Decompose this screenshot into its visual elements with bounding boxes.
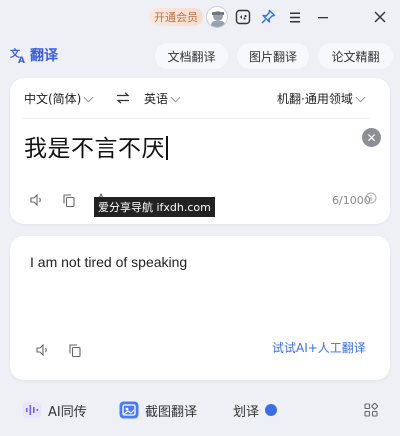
avatar-icon: [211, 11, 225, 27]
selection-translate-toggle[interactable]: 划译: [233, 400, 278, 420]
speaker-icon[interactable]: [34, 341, 52, 359]
ai-human-translate-link[interactable]: 试试AI+人工翻译: [272, 339, 366, 356]
ai-interpret-button[interactable]: AI同传: [22, 400, 87, 420]
ai-interpret-label: AI同传: [48, 404, 87, 420]
pin-icon[interactable]: [258, 7, 278, 27]
source-language-select[interactable]: 中文(简体): [24, 90, 94, 107]
svg-text:A: A: [18, 56, 25, 63]
game-icon[interactable]: [233, 7, 253, 27]
screenshot-translate-button[interactable]: 截图翻译: [119, 400, 197, 420]
title-bar: 开通会员: [0, 0, 400, 34]
selection-translate-label: 划译: [233, 404, 260, 420]
target-panel: I am not tired of speaking 试试AI+人工翻译: [10, 236, 390, 380]
source-language-label: 中文(简体): [24, 92, 82, 106]
tab-document-translate[interactable]: 文档翻译: [155, 43, 228, 69]
translate-icon: 文 A: [10, 47, 25, 63]
ai-interpret-icon: [22, 401, 42, 419]
close-icon[interactable]: [370, 7, 390, 27]
screenshot-translate-label: 截图翻译: [145, 404, 198, 420]
app-title-label: 翻译: [30, 48, 58, 64]
app-title: 文 A 翻译: [10, 44, 58, 66]
text-caret: [166, 136, 168, 160]
info-icon[interactable]: [364, 191, 378, 205]
speaker-icon[interactable]: [28, 191, 46, 209]
engine-label: 机翻·通用领域: [277, 92, 353, 106]
copy-icon[interactable]: [66, 341, 84, 359]
avatar[interactable]: [206, 6, 228, 28]
chevron-down-icon: [355, 92, 366, 102]
translation-output: I am not tired of speaking: [30, 254, 188, 270]
tab-paper-translate[interactable]: 论文精翻: [318, 43, 393, 69]
watermark-overlay: 爱分享导航 ifxdh.com: [94, 197, 215, 217]
toggle-on-indicator: [265, 404, 278, 416]
chevron-down-icon: [170, 92, 181, 102]
target-language-label: 英语: [144, 92, 169, 106]
swap-languages-icon[interactable]: [114, 89, 132, 107]
toolbar: 文 A 翻译 文档翻译 图片翻译 论文精翻: [0, 38, 400, 72]
source-input-text: 我是不言不厌: [24, 136, 165, 162]
copy-icon[interactable]: [60, 191, 78, 209]
target-language-select[interactable]: 英语: [144, 90, 181, 107]
grid-apps-icon[interactable]: [364, 400, 378, 420]
menu-icon[interactable]: [285, 7, 305, 27]
source-input[interactable]: 我是不言不厌: [24, 129, 168, 163]
vip-badge-button[interactable]: 开通会员: [149, 8, 203, 26]
divider: [22, 118, 370, 119]
tab-image-translate[interactable]: 图片翻译: [237, 43, 309, 69]
minimize-icon[interactable]: [313, 7, 333, 27]
bottom-bar: AI同传 截图翻译 划译: [0, 394, 400, 426]
chevron-down-icon: [83, 92, 94, 102]
clear-button[interactable]: ✕: [362, 128, 381, 147]
engine-select[interactable]: 机翻·通用领域: [277, 90, 366, 107]
screenshot-translate-icon: [119, 401, 139, 419]
language-bar: 中文(简体) 英语 机翻·通用领域: [10, 78, 390, 118]
